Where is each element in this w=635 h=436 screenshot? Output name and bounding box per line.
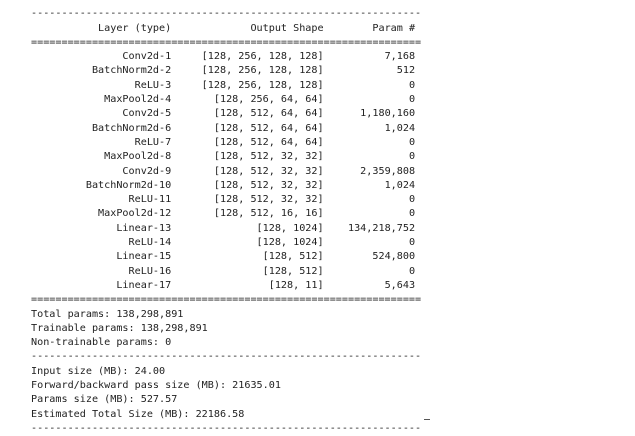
layer-row: Conv2d-1 [128, 256, 128, 128] 7,168	[31, 51, 415, 62]
layer-param-count: 7,168	[323, 51, 416, 63]
layer-name: MaxPool2d-4	[31, 94, 172, 106]
layer-row: ReLU-3 [128, 256, 128, 128] 0	[31, 80, 415, 91]
layer-output-shape: [128, 512]	[171, 265, 324, 277]
layer-output-shape: [128, 512, 64, 64]	[171, 108, 324, 120]
layer-row: Linear-13 [128, 1024] 134,218,752	[31, 223, 415, 234]
layer-param-count: 0	[323, 194, 416, 206]
layer-name: BatchNorm2d-2	[31, 65, 172, 77]
layer-row: BatchNorm2d-6 [128, 512, 64, 64] 1,024	[31, 123, 415, 134]
layer-output-shape: [128, 256, 64, 64]	[171, 94, 324, 106]
layer-param-count: 0	[323, 237, 416, 249]
layer-param-count: 5,643	[323, 279, 416, 291]
layer-output-shape: [128, 1024]	[171, 222, 324, 234]
model-summary-output: ----------------- ----------------------…	[31, 0, 421, 436]
layer-row: MaxPool2d-4 [128, 256, 64, 64] 0	[31, 94, 415, 105]
layer-row: ReLU-7 [128, 512, 64, 64] 0	[31, 137, 415, 148]
layer-row: BatchNorm2d-2 [128, 256, 128, 128] 512	[31, 65, 415, 76]
layer-output-shape: [128, 256, 128, 128]	[171, 51, 324, 63]
layer-row: Conv2d-5 [128, 512, 64, 64] 1,180,160	[31, 108, 415, 119]
layer-param-count: 512	[323, 65, 416, 77]
layer-row: Linear-15 [128, 512] 524,800	[31, 251, 415, 262]
layer-param-count: 524,800	[323, 251, 416, 263]
layer-name: Conv2d-9	[31, 165, 172, 177]
layer-name: Linear-17	[31, 279, 172, 291]
layer-output-shape: [128, 512, 16, 16]	[171, 208, 324, 220]
summary-divider-equals: ========================================…	[31, 294, 422, 306]
layer-param-count: 0	[323, 94, 416, 106]
trainable-params: Trainable params: 138,298,891	[31, 322, 208, 334]
layer-name: BatchNorm2d-10	[31, 179, 172, 191]
layer-row: ReLU-14 [128, 1024] 0	[31, 237, 416, 249]
layer-row: Linear-17 [128, 11] 5,643	[31, 280, 415, 291]
layer-output-shape: [128, 512, 32, 32]	[171, 165, 324, 177]
layer-name: Linear-15	[31, 251, 172, 263]
forward-backward-size: Forward/backward pass size (MB): 21635.0…	[31, 380, 281, 392]
layer-output-shape: [128, 512, 64, 64]	[171, 122, 324, 134]
layer-output-shape: [128, 512]	[171, 251, 324, 263]
layer-param-count: 0	[323, 136, 416, 148]
summary-divider-dash: ----------------------------------------…	[31, 8, 422, 20]
layer-output-shape: [128, 256, 128, 128]	[171, 65, 324, 77]
layer-output-shape: [128, 512, 32, 32]	[171, 194, 324, 206]
layer-row: ReLU-11 [128, 512, 32, 32] 0	[31, 194, 416, 206]
layer-name: MaxPool2d-8	[31, 151, 172, 163]
layer-output-shape: [128, 512, 32, 32]	[171, 179, 324, 191]
summary-divider-equals: ========================================…	[31, 36, 422, 48]
layer-name: Linear-13	[31, 222, 172, 234]
header-layer-type: Layer (type)	[31, 22, 172, 34]
layer-name: ReLU-14	[31, 237, 172, 249]
layer-name: Conv2d-5	[31, 108, 172, 120]
layer-name: ReLU-7	[31, 136, 172, 148]
summary-top-partial-line: ----------------- ----------------------	[31, 0, 391, 5]
layer-name: ReLU-16	[31, 265, 172, 277]
non-trainable-params: Non-trainable params: 0	[31, 337, 172, 349]
layer-param-count: 0	[323, 79, 416, 91]
layer-output-shape: [128, 512, 32, 32]	[171, 151, 324, 163]
layer-param-count: 0	[323, 151, 416, 163]
text-cursor	[424, 419, 430, 420]
layer-param-count: 134,218,752	[323, 222, 416, 234]
estimated-total-size: Estimated Total Size (MB): 22186.58	[31, 408, 245, 420]
layer-name: MaxPool2d-12	[31, 208, 172, 220]
layer-param-count: 2,359,808	[323, 165, 416, 177]
layer-output-shape: [128, 1024]	[171, 237, 324, 249]
header-output-shape: Output Shape	[171, 22, 324, 34]
summary-divider-dash: ----------------------------------------…	[31, 351, 422, 363]
summary-header-row: Layer (type) Output Shape Param #	[31, 23, 415, 34]
layer-output-shape: [128, 512, 64, 64]	[171, 136, 324, 148]
header-param-count: Param #	[323, 22, 416, 34]
summary-divider-dash: ----------------------------------------…	[31, 422, 422, 434]
layer-param-count: 1,180,160	[323, 108, 416, 120]
layer-name: BatchNorm2d-6	[31, 122, 172, 134]
params-size: Params size (MB): 527.57	[31, 394, 178, 406]
layer-row: Conv2d-9 [128, 512, 32, 32] 2,359,808	[31, 166, 415, 177]
layer-output-shape: [128, 256, 128, 128]	[171, 79, 324, 91]
layer-name: ReLU-3	[31, 79, 172, 91]
layer-param-count: 1,024	[323, 179, 416, 191]
layer-param-count: 0	[323, 208, 416, 220]
layer-param-count: 1,024	[323, 122, 416, 134]
layer-param-count: 0	[323, 265, 416, 277]
total-params: Total params: 138,298,891	[31, 308, 184, 320]
layer-rows: Conv2d-1 [128, 256, 128, 128] 7,168 Batc…	[31, 51, 415, 291]
input-size: Input size (MB): 24.00	[31, 365, 166, 377]
layer-row: BatchNorm2d-10 [128, 512, 32, 32] 1,024	[31, 180, 415, 191]
layer-name: Conv2d-1	[31, 51, 172, 63]
layer-row: ReLU-16 [128, 512] 0	[31, 265, 416, 277]
layer-name: ReLU-11	[31, 194, 172, 206]
layer-row: MaxPool2d-12 [128, 512, 16, 16] 0	[31, 208, 415, 219]
layer-output-shape: [128, 11]	[171, 279, 324, 291]
layer-row: MaxPool2d-8 [128, 512, 32, 32] 0	[31, 151, 415, 162]
